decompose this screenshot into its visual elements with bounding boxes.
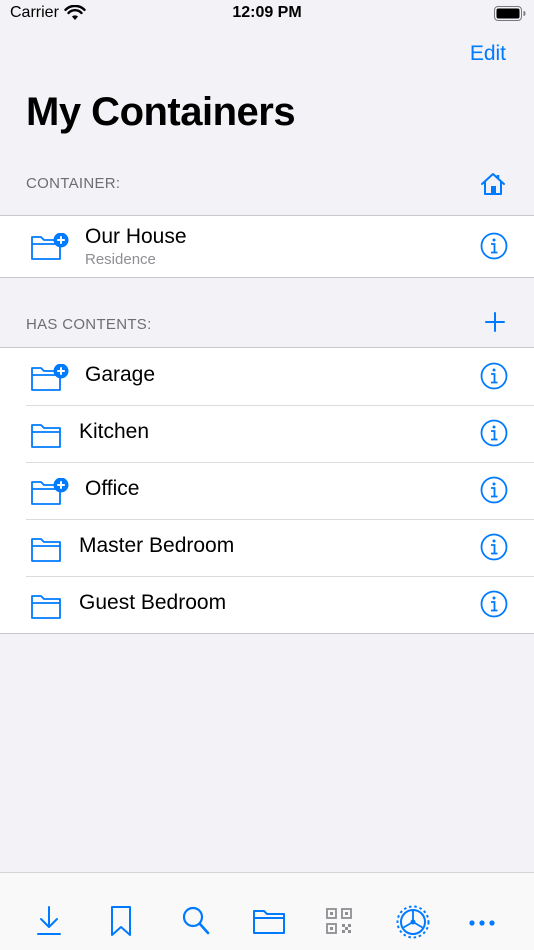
- bookmark-icon[interactable]: [109, 905, 133, 937]
- page-title: My Containers: [26, 90, 296, 134]
- info-icon[interactable]: [480, 590, 508, 618]
- folder-icon: [31, 538, 61, 562]
- search-icon[interactable]: [181, 905, 211, 937]
- battery-icon: [494, 6, 526, 21]
- info-icon[interactable]: [480, 419, 508, 447]
- folder-icon: [31, 595, 61, 619]
- more-icon[interactable]: [468, 905, 496, 937]
- edit-button[interactable]: Edit: [470, 42, 506, 66]
- info-icon[interactable]: [480, 476, 508, 504]
- folder-icon[interactable]: [252, 905, 286, 937]
- status-time: 12:09 PM: [232, 4, 302, 21]
- folder-with-contents-icon: [31, 233, 69, 260]
- content-row[interactable]: Office: [0, 462, 534, 519]
- folder-with-contents-icon: [31, 478, 69, 505]
- content-name: Garage: [85, 363, 156, 386]
- settings-wheel-icon[interactable]: [396, 905, 430, 939]
- content-name: Master Bedroom: [79, 534, 235, 557]
- contents-group: Garage Kitchen Office Master Bedroom Guest B…: [0, 347, 534, 634]
- tab-bar: [0, 872, 534, 950]
- qr-code-icon[interactable]: [325, 905, 353, 937]
- contents-section-header: HAS CONTENTS:: [26, 316, 152, 333]
- container-type: Residence: [85, 251, 156, 268]
- folder-with-contents-icon: [31, 364, 69, 391]
- info-icon[interactable]: [480, 533, 508, 561]
- info-icon[interactable]: [480, 362, 508, 390]
- content-row[interactable]: Guest Bedroom: [0, 576, 534, 633]
- content-row[interactable]: Kitchen: [0, 405, 534, 462]
- status-bar: Carrier 12:09 PM: [0, 0, 534, 30]
- add-icon[interactable]: [484, 311, 506, 333]
- container-name: Our House: [85, 225, 187, 248]
- download-icon[interactable]: [36, 905, 62, 937]
- content-row[interactable]: Garage: [0, 348, 534, 405]
- content-name: Kitchen: [79, 420, 150, 443]
- container-group: Our House Residence: [0, 215, 534, 278]
- home-icon[interactable]: [480, 172, 506, 196]
- folder-icon: [31, 424, 61, 448]
- container-row[interactable]: Our House Residence: [0, 216, 534, 277]
- container-section-header: CONTAINER:: [26, 175, 121, 192]
- info-icon[interactable]: [480, 232, 508, 260]
- content-row[interactable]: Master Bedroom: [0, 519, 534, 576]
- content-name: Guest Bedroom: [79, 591, 227, 614]
- content-name: Office: [85, 477, 140, 500]
